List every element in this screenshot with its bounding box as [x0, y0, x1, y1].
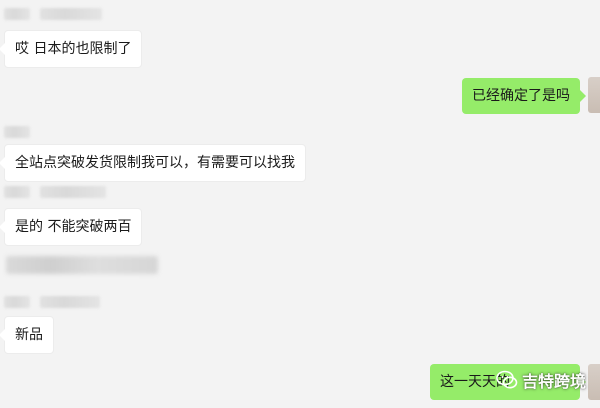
outgoing-message[interactable]: 已经确定了是吗	[462, 78, 586, 114]
sender-name-blurred	[40, 296, 100, 308]
incoming-message[interactable]: 哎 日本的也限制了	[0, 30, 143, 68]
sender-name-blurred	[4, 8, 30, 20]
message-text: 哎 日本的也限制了	[15, 41, 132, 57]
message-blurred	[6, 256, 158, 274]
incoming-message[interactable]: 全站点突破发货限制我可以，有需要可以找我	[0, 144, 306, 182]
message-text: 全站点突破发货限制我可以，有需要可以找我	[15, 155, 295, 171]
avatar[interactable]	[588, 364, 600, 400]
watermark-text: 吉特跨境	[522, 372, 587, 391]
sender-name-blurred	[40, 186, 106, 198]
watermark: 吉特跨境	[496, 366, 586, 394]
message-text: 已经确定了是吗	[472, 88, 570, 104]
incoming-message[interactable]: 是的 不能突破两百	[0, 208, 143, 246]
sender-name-blurred	[4, 296, 30, 308]
sender-name-blurred	[4, 126, 30, 138]
incoming-message[interactable]: 新品	[0, 316, 54, 354]
avatar[interactable]	[588, 77, 600, 113]
sender-name-blurred	[40, 8, 102, 20]
chat-window: 哎 日本的也限制了 已经确定了是吗 全站点突破发货限制我可以，有需要可以找我 是…	[0, 0, 600, 408]
message-text: 是的 不能突破两百	[15, 219, 132, 235]
sender-name-blurred	[4, 186, 30, 198]
message-text: 新品	[15, 327, 43, 343]
wechat-icon	[496, 370, 518, 390]
